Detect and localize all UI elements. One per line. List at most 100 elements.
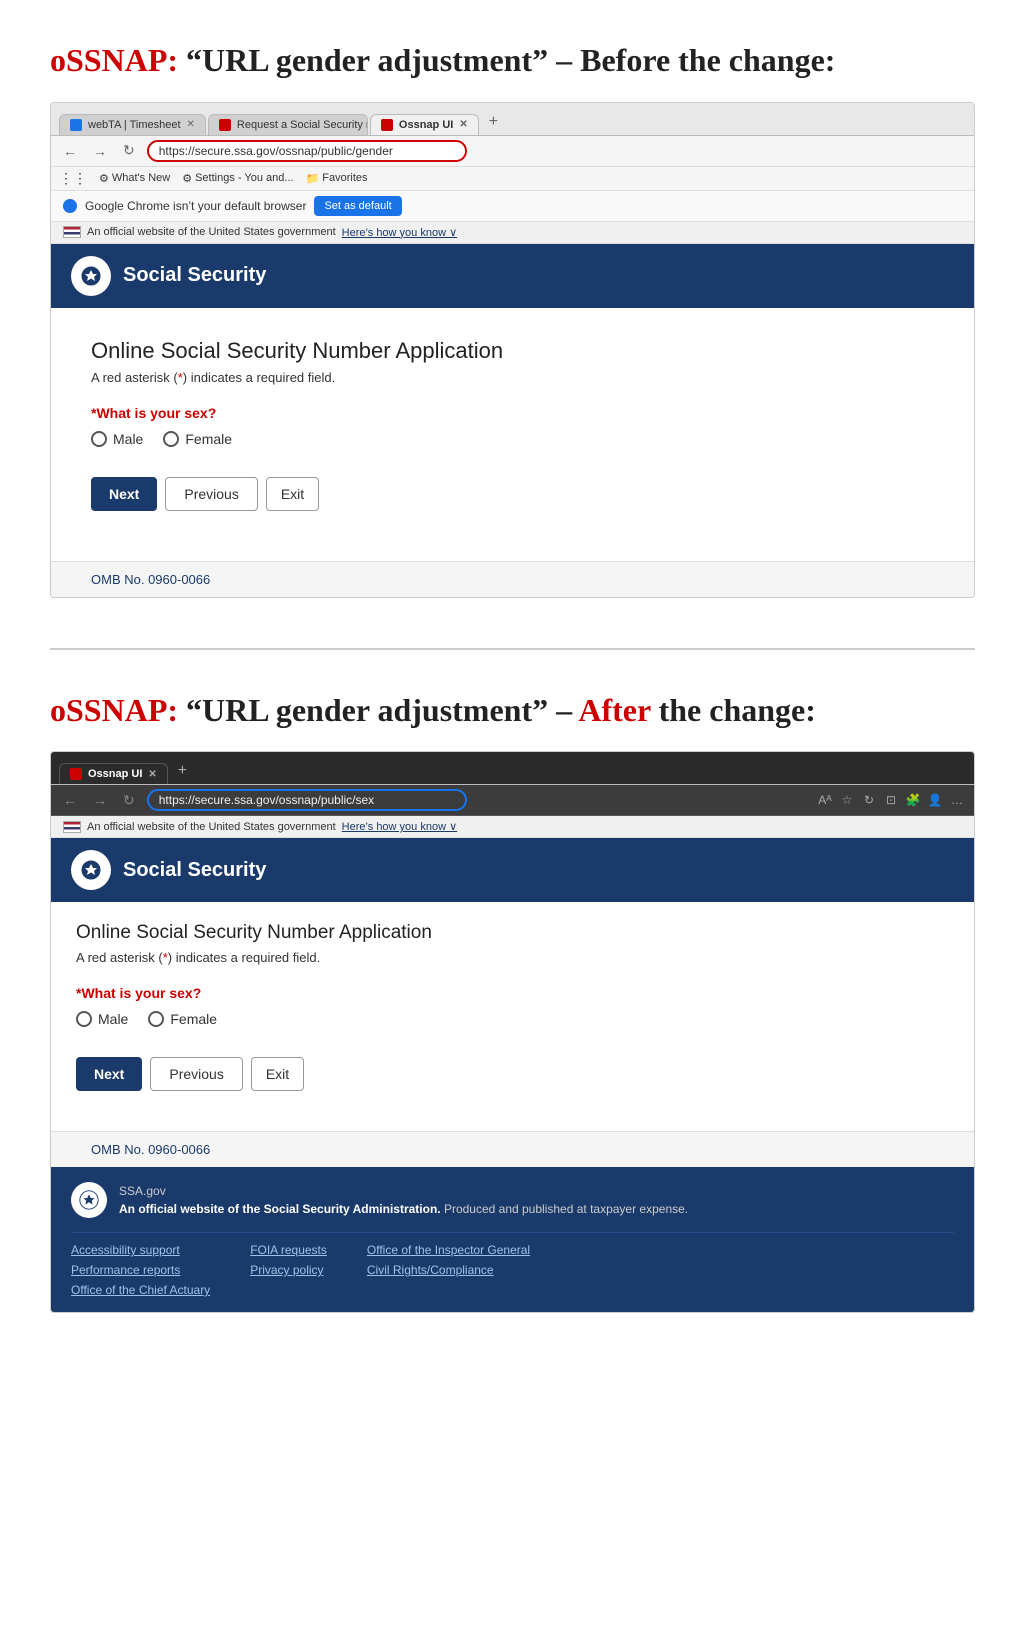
bookmark-favorites[interactable]: 📁 Favorites bbox=[306, 172, 368, 185]
refresh-button-after[interactable]: ↻ bbox=[119, 790, 139, 811]
ssa-page-title-after: Online Social Security Number Applicatio… bbox=[76, 922, 949, 944]
tab-favicon-after bbox=[70, 768, 82, 780]
new-tab-button-after[interactable]: + bbox=[170, 758, 195, 784]
browser-tabs-before: webTA | Timesheet ✕ Request a Social Sec… bbox=[59, 109, 966, 135]
forward-button-before[interactable]: → bbox=[89, 141, 111, 161]
dark-footer-top: SSA.gov An official website of the Socia… bbox=[71, 1182, 954, 1218]
after-label: After bbox=[578, 692, 650, 728]
radio-male-circle-before bbox=[91, 431, 107, 447]
radio-male-before[interactable]: Male bbox=[91, 431, 143, 447]
gov-banner-link-before[interactable]: Here’s how you know ∨ bbox=[342, 226, 457, 239]
required-note-after: A red asterisk (*) indicates a required … bbox=[76, 950, 949, 965]
radio-female-before[interactable]: Female bbox=[163, 431, 232, 447]
previous-button-before[interactable]: Previous bbox=[165, 477, 257, 511]
official-text-rest: Produced and published at taxpayer expen… bbox=[444, 1202, 688, 1216]
refresh-button-before[interactable]: ↻ bbox=[119, 140, 139, 161]
tab-label-after: Ossnap UI bbox=[88, 768, 142, 780]
notification-text-before: Google Chrome isn’t your default browser bbox=[85, 199, 306, 213]
back-button-before[interactable]: ← bbox=[59, 141, 81, 161]
omb-footer-after: OMB No. 0960-0066 bbox=[51, 1131, 974, 1167]
ssa-content-before: Online Social Security Number Applicatio… bbox=[51, 308, 974, 561]
tab-close-ossnap[interactable]: ✕ bbox=[459, 119, 467, 130]
more-icon[interactable]: … bbox=[948, 791, 966, 809]
footer-col-1: Accessibility support Performance report… bbox=[71, 1243, 210, 1297]
ssa-header-title-after: Social Security bbox=[123, 859, 266, 882]
footer-link-civil-rights[interactable]: Civil Rights/Compliance bbox=[367, 1263, 530, 1277]
browser-after: Ossnap UI ✕ + ← → ↻ https://secure.ssa.g… bbox=[50, 751, 975, 1313]
ssa-buttons-after: Next Previous Exit bbox=[76, 1057, 949, 1091]
previous-button-after[interactable]: Previous bbox=[150, 1057, 242, 1091]
gov-banner-link-after[interactable]: Here’s how you know ∨ bbox=[342, 820, 457, 833]
bookmark-settings[interactable]: ⚙ Settings - You and... bbox=[182, 172, 293, 185]
tab-favicon-ossnap bbox=[381, 119, 393, 131]
profile-icon[interactable]: 👤 bbox=[926, 791, 944, 809]
refresh-icon-edge[interactable]: ↻ bbox=[860, 791, 878, 809]
url-text-before: https://secure.ssa.gov/ossnap/public/gen… bbox=[159, 144, 393, 158]
favorites-icon[interactable]: ☆ bbox=[838, 791, 856, 809]
ssa-dark-footer: SSA.gov An official website of the Socia… bbox=[51, 1167, 974, 1312]
gear-icon: ⚙ bbox=[182, 172, 192, 185]
ssa-logo-before bbox=[71, 256, 111, 296]
gov-banner-after: An official website of the United States… bbox=[51, 816, 974, 838]
tab-favicon-request bbox=[219, 119, 231, 131]
heading-after: oSSNAP: “URL gender adjustment” – After … bbox=[50, 690, 975, 732]
sex-question-after: *What is your sex? bbox=[76, 985, 949, 1001]
footer-link-privacy[interactable]: Privacy policy bbox=[250, 1263, 327, 1277]
url-input-after[interactable]: https://secure.ssa.gov/ossnap/public/sex bbox=[147, 789, 467, 811]
browser-tab-ossnap[interactable]: Ossnap UI ✕ bbox=[370, 114, 479, 135]
browser-chrome-before: webTA | Timesheet ✕ Request a Social Sec… bbox=[51, 103, 974, 136]
tab-close-webta[interactable]: ✕ bbox=[187, 119, 195, 130]
dark-footer-links: Accessibility support Performance report… bbox=[71, 1232, 954, 1297]
ssa-header-after: Social Security bbox=[51, 838, 974, 902]
ssa-logo-after bbox=[71, 850, 111, 890]
tab-label-request: Request a Social Security num... bbox=[237, 119, 368, 131]
footer-link-foia[interactable]: FOIA requests bbox=[250, 1243, 327, 1257]
forward-button-after[interactable]: → bbox=[89, 790, 111, 810]
flag-icon-before bbox=[63, 226, 81, 238]
heading-after-middle: “URL gender adjustment” – bbox=[186, 692, 572, 728]
extensions-icon[interactable]: 🧩 bbox=[904, 791, 922, 809]
new-tab-button[interactable]: + bbox=[481, 109, 506, 135]
ssa-header-title-before: Social Security bbox=[123, 264, 266, 287]
osssnap-label-before: oSSNAP: bbox=[50, 42, 178, 78]
footer-col-3: Office of the Inspector General Civil Ri… bbox=[367, 1243, 530, 1297]
footer-link-performance[interactable]: Performance reports bbox=[71, 1263, 210, 1277]
radio-female-circle-after bbox=[148, 1011, 164, 1027]
browser-tab-webtA[interactable]: webTA | Timesheet ✕ bbox=[59, 114, 206, 135]
tab-label-ossnap: Ossnap UI bbox=[399, 119, 453, 131]
radio-female-after[interactable]: Female bbox=[148, 1011, 217, 1027]
read-mode-icon[interactable]: Aᴬ bbox=[816, 791, 834, 809]
browser-before: webTA | Timesheet ✕ Request a Social Sec… bbox=[50, 102, 975, 598]
tab-close-after[interactable]: ✕ bbox=[148, 769, 156, 780]
gov-banner-text-before: An official website of the United States… bbox=[87, 226, 336, 238]
section-before: oSSNAP: “URL gender adjustment” – Before… bbox=[50, 40, 975, 598]
bookmarks-bar-before: ⋮⋮ ⚙ What's New ⚙ Settings - You and... … bbox=[51, 167, 974, 191]
footer-link-accessibility[interactable]: Accessibility support bbox=[71, 1243, 210, 1257]
footer-link-chief-actuary[interactable]: Office of the Chief Actuary bbox=[71, 1283, 210, 1297]
radio-male-after[interactable]: Male bbox=[76, 1011, 128, 1027]
section-divider bbox=[50, 648, 975, 650]
url-input-before[interactable]: https://secure.ssa.gov/ossnap/public/gen… bbox=[147, 140, 467, 162]
ssa-content-after: Online Social Security Number Applicatio… bbox=[51, 902, 974, 1131]
footer-link-inspector[interactable]: Office of the Inspector General bbox=[367, 1243, 530, 1257]
back-button-after[interactable]: ← bbox=[59, 790, 81, 810]
chrome-logo-icon bbox=[63, 199, 77, 213]
set-default-button[interactable]: Set as default bbox=[314, 196, 401, 216]
next-button-after[interactable]: Next bbox=[76, 1057, 142, 1091]
gov-banner-before: An official website of the United States… bbox=[51, 222, 974, 244]
dark-footer-logo bbox=[71, 1182, 107, 1218]
settings-icon: ⚙ bbox=[99, 172, 109, 185]
browser-tab-ossnap-after[interactable]: Ossnap UI ✕ bbox=[59, 763, 168, 784]
browser-tab-request[interactable]: Request a Social Security num... ✕ bbox=[208, 114, 368, 135]
bookmark-whatsnew[interactable]: ⚙ What's New bbox=[99, 172, 170, 185]
sex-question-before: *What is your sex? bbox=[91, 405, 934, 421]
next-button-before[interactable]: Next bbox=[91, 477, 157, 511]
apps-icon[interactable]: ⋮⋮ bbox=[59, 170, 87, 187]
section-after: oSSNAP: “URL gender adjustment” – After … bbox=[50, 690, 975, 1314]
browser-tab-icon[interactable]: ⊡ bbox=[882, 791, 900, 809]
exit-button-before[interactable]: Exit bbox=[266, 477, 319, 511]
heading-after-end: the change: bbox=[659, 692, 816, 728]
omb-text-before: OMB No. 0960-0066 bbox=[91, 572, 210, 587]
exit-button-after[interactable]: Exit bbox=[251, 1057, 304, 1091]
ssa-buttons-before: Next Previous Exit bbox=[91, 477, 934, 511]
